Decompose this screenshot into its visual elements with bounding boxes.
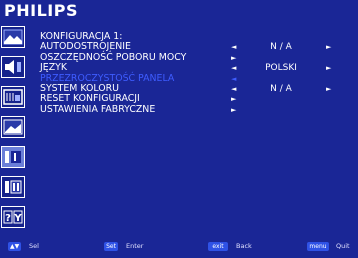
- arrow-right-icon[interactable]: ►: [231, 53, 236, 63]
- menu-row-factory-reset[interactable]: USTAWIENIA FABRYCZNE ►: [40, 103, 350, 115]
- enter-label: Enter: [126, 242, 144, 250]
- arrow-right-icon[interactable]: ►: [326, 84, 331, 94]
- updown-button[interactable]: ▲▼: [8, 242, 21, 251]
- exit-button[interactable]: exit: [208, 242, 228, 251]
- sidebar-item-image-settings[interactable]: [1, 116, 25, 138]
- menu-row-label: USTAWIENIA FABRYCZNE: [40, 103, 156, 115]
- sidebar-item-audio[interactable]: [1, 56, 25, 78]
- sidebar-item-configuration-2[interactable]: [1, 176, 25, 198]
- menu-row-value: POLSKI: [265, 63, 297, 74]
- menu-row-language[interactable]: JĘZYK ◄ POLSKI ►: [40, 62, 350, 74]
- quit-label: Quit: [336, 242, 350, 250]
- menu-button[interactable]: menu: [307, 242, 329, 251]
- svg-text:?: ?: [5, 213, 11, 224]
- arrow-right-icon[interactable]: ►: [326, 63, 331, 73]
- arrow-left-icon[interactable]: ◄: [231, 84, 236, 94]
- menu-row-value: N / A: [270, 42, 292, 53]
- image-settings-icon: [3, 119, 23, 135]
- audio-icon: [5, 60, 21, 74]
- arrow-left-icon[interactable]: ◄: [231, 63, 236, 73]
- arrow-right-icon[interactable]: ►: [231, 105, 236, 115]
- svg-text:Y: Y: [13, 213, 22, 224]
- sidebar-item-pip[interactable]: [1, 86, 25, 108]
- sel-label: Sel: [29, 242, 39, 250]
- configuration-1-icon: [5, 151, 21, 163]
- arrow-right-icon[interactable]: ►: [231, 94, 236, 104]
- osd-menu-panel: KONFIGURACJA 1: AUTODOSTROJENIE ◄ N / A …: [30, 24, 356, 236]
- arrow-right-icon[interactable]: ►: [326, 42, 331, 52]
- menu-list: KONFIGURACJA 1: AUTODOSTROJENIE ◄ N / A …: [40, 31, 350, 115]
- brand-logo: PHILIPS: [4, 1, 78, 20]
- arrow-left-icon[interactable]: ◄: [231, 42, 236, 52]
- set-button[interactable]: Set: [104, 242, 118, 251]
- menu-row-value: N / A: [270, 83, 292, 94]
- advanced-option-icon: ? Y: [3, 210, 23, 224]
- arrow-left-icon[interactable]: ◄: [231, 74, 236, 84]
- sidebar: ? Y: [0, 24, 27, 236]
- sidebar-item-configuration-1[interactable]: [1, 146, 25, 168]
- back-label: Back: [236, 242, 252, 250]
- sidebar-item-advanced-option[interactable]: ? Y: [1, 206, 25, 228]
- header: PHILIPS: [0, 0, 358, 22]
- menu-row-power-save[interactable]: OSZCZĘDNOŚĆ POBORU MOCY ►: [40, 52, 350, 63]
- picture-icon: [3, 29, 23, 45]
- sidebar-item-picture[interactable]: [1, 26, 25, 48]
- configuration-2-icon: [5, 180, 22, 194]
- footer-hints: ▲▼ Sel Set Enter exit Back menu Quit: [0, 238, 358, 258]
- pip-icon: [3, 89, 23, 105]
